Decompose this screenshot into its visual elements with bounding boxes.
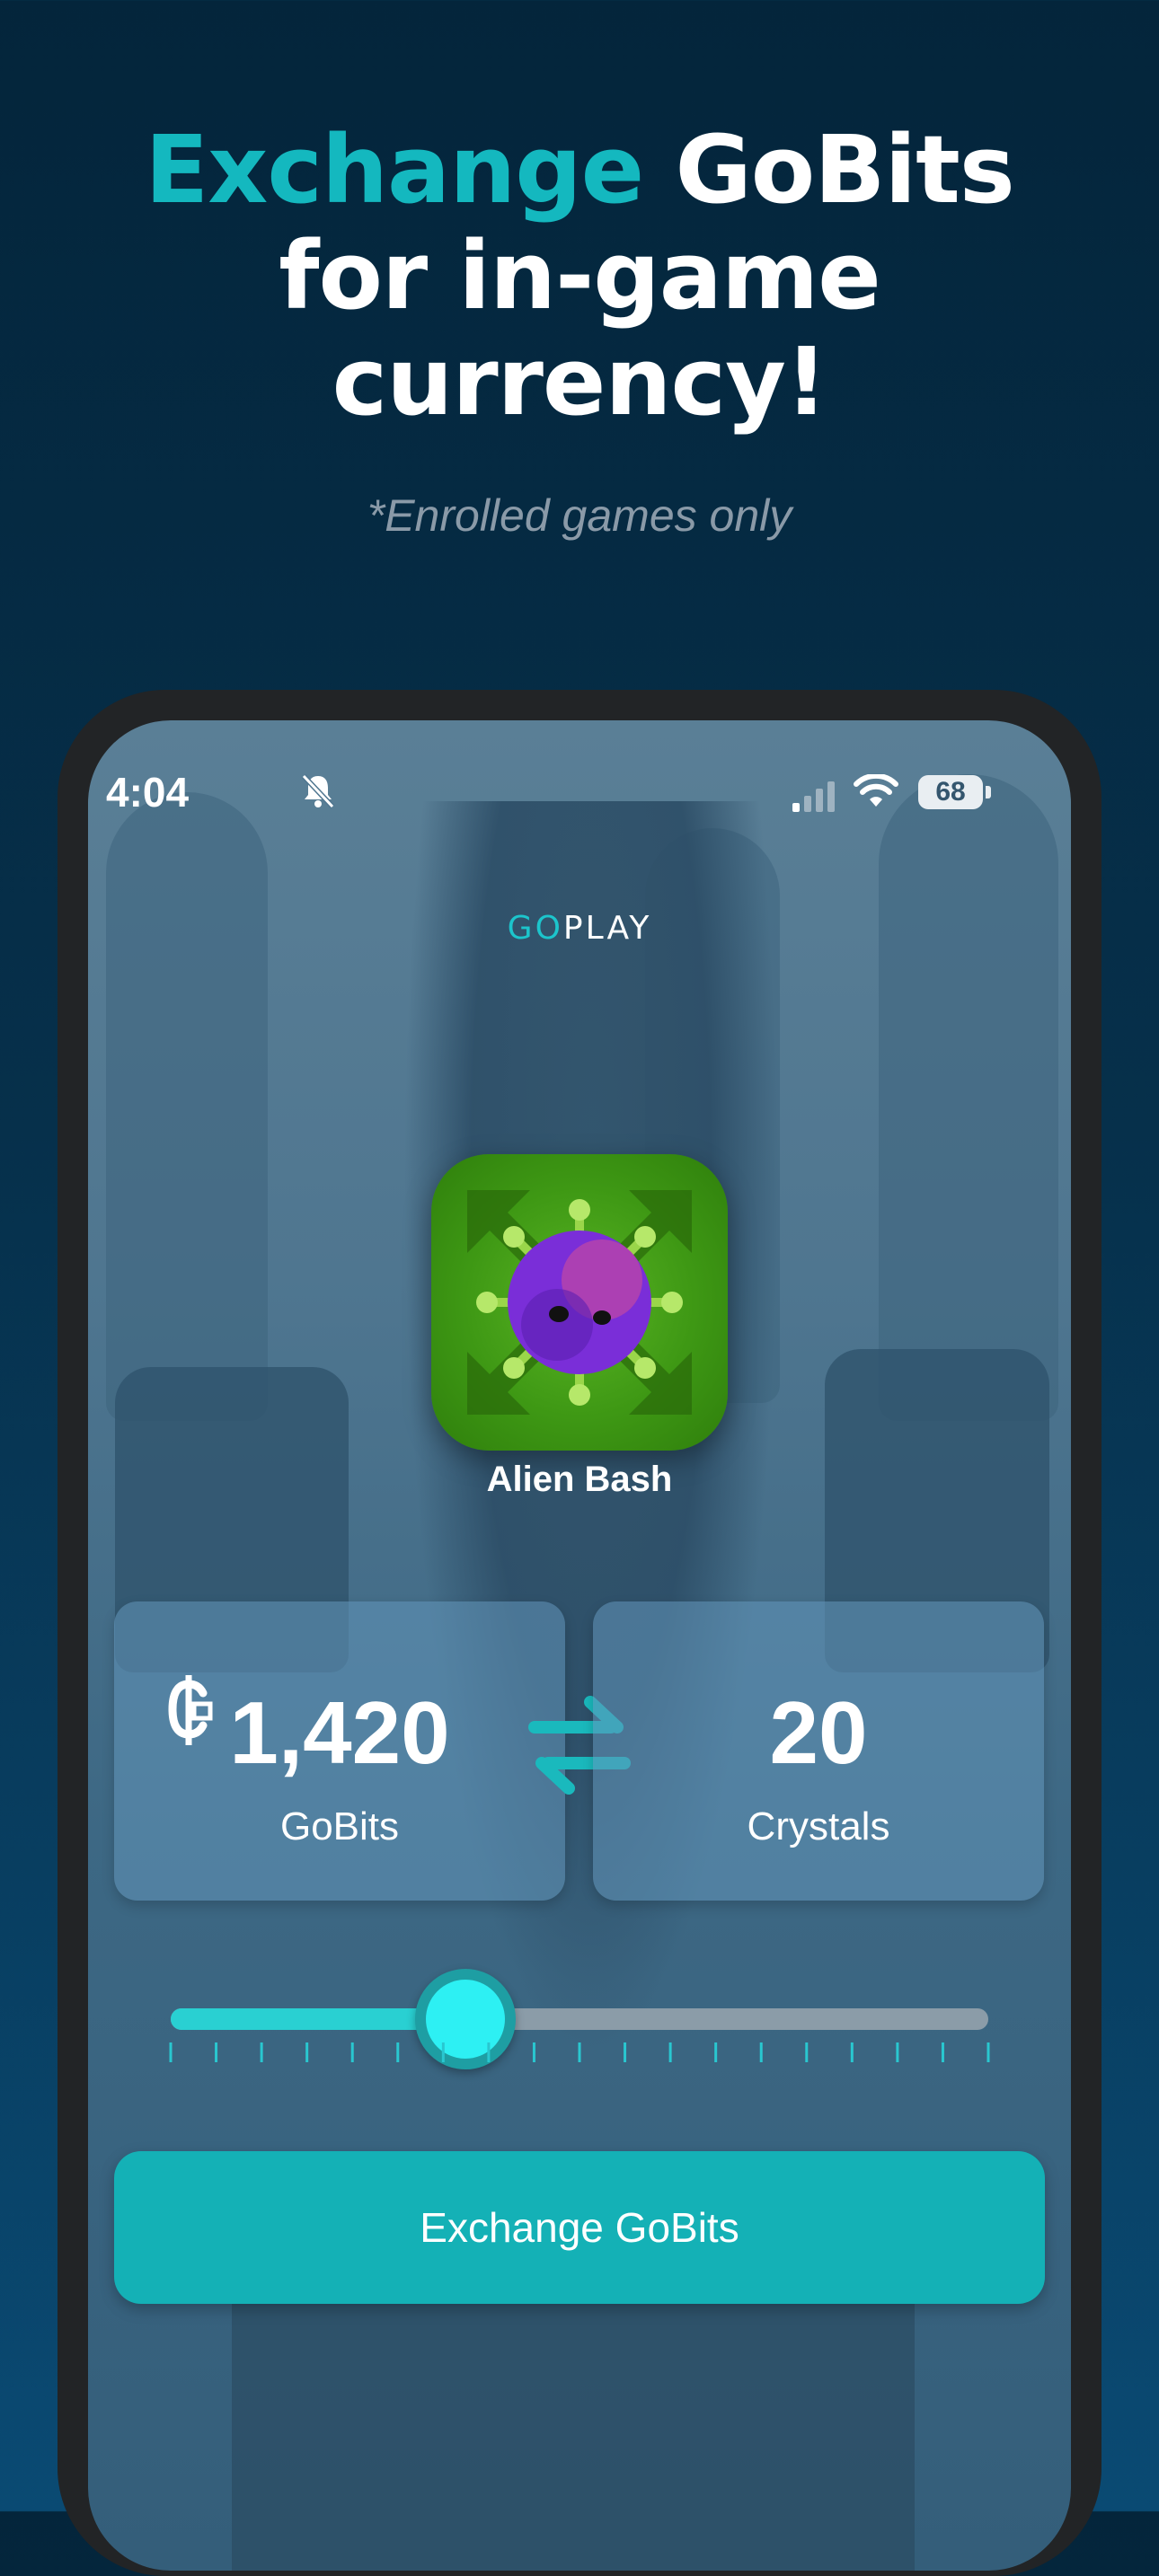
logo-go: GO bbox=[507, 910, 563, 947]
battery-tip bbox=[986, 786, 991, 798]
crystals-value: 20 bbox=[769, 1683, 868, 1782]
gobits-card: 1,420 GoBits bbox=[114, 1601, 565, 1901]
logo-play: PLAY bbox=[562, 910, 652, 947]
battery-icon: 68 bbox=[918, 775, 983, 809]
gobits-value: 1,420 bbox=[229, 1683, 450, 1782]
promo-title-accent: Exchange bbox=[145, 115, 644, 225]
exchange-gobits-button[interactable]: Exchange GoBits bbox=[114, 2151, 1045, 2304]
crystals-card: 20 Crystals bbox=[593, 1601, 1044, 1901]
bell-slash-icon bbox=[301, 773, 335, 809]
exchange-slider-ticks bbox=[169, 2042, 990, 2062]
promo-title-part: GoBits bbox=[675, 115, 1014, 225]
promo-title-line-3: currency! bbox=[332, 327, 828, 437]
crystals-label: Crystals bbox=[747, 1804, 890, 1848]
promo-title: Exchange GoBits for in-game currency! bbox=[0, 117, 1159, 435]
gobits-label: GoBits bbox=[279, 1804, 400, 1848]
game-name: Alien Bash bbox=[486, 1460, 673, 1499]
promo-note: *Enrolled games only bbox=[367, 490, 792, 541]
background-tree bbox=[879, 774, 1058, 1421]
background-tree bbox=[106, 792, 268, 1421]
goplay-logo: GOPLAY bbox=[449, 910, 710, 947]
alien-virus-icon[interactable] bbox=[431, 1154, 728, 1451]
status-time: 4:04 bbox=[106, 769, 190, 816]
wifi-icon bbox=[854, 774, 898, 807]
promo-title-line-2: for in-game bbox=[279, 221, 881, 331]
cellular-signal-icon bbox=[792, 781, 835, 812]
